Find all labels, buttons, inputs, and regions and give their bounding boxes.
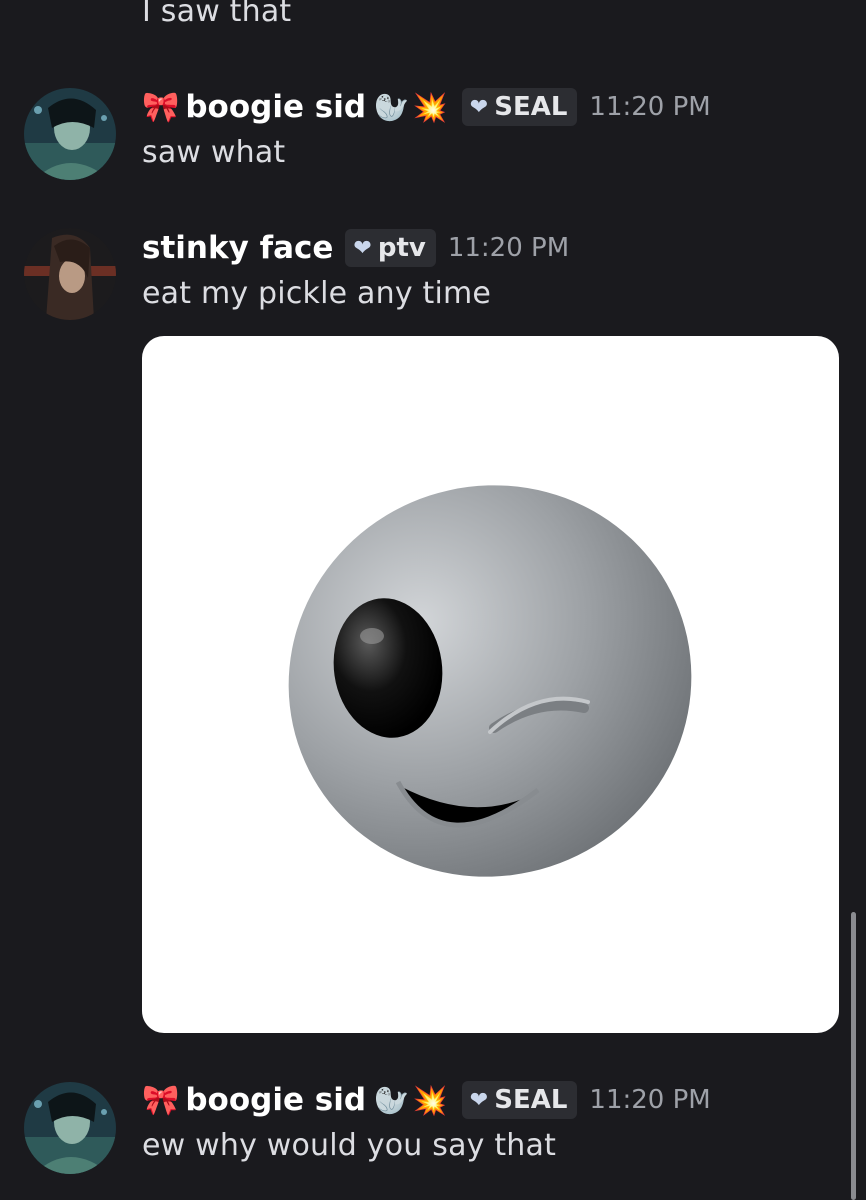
ribbon-icon: 🎀 (142, 89, 180, 125)
server-tag-label: ptv (377, 233, 426, 263)
avatar-boogie-sid[interactable] (24, 88, 116, 180)
ribbon-icon: 🎀 (142, 1082, 180, 1118)
username[interactable]: boogie sid (185, 1082, 366, 1118)
seal-emoji-icon: 🦭 (374, 1083, 409, 1117)
timestamp: 11:20 PM (589, 92, 711, 122)
avatar-image (24, 1082, 116, 1174)
server-tag-label: SEAL (494, 92, 568, 122)
explosion-emoji-icon: 💥 (412, 1083, 448, 1117)
timestamp: 11:20 PM (589, 1085, 711, 1115)
message-text: eat my pickle any time (142, 276, 492, 311)
explosion-emoji-icon: 💥 (412, 90, 448, 124)
message-text: ew why would you say that (142, 1128, 557, 1163)
server-tag-label: SEAL (494, 1085, 568, 1115)
avatar-stinky-face[interactable] (24, 228, 116, 320)
avatar-image (24, 88, 116, 180)
heart-icon: ❤ (353, 235, 372, 261)
server-tag[interactable]: ❤ ptv (345, 229, 436, 267)
heart-icon: ❤ (469, 1087, 489, 1113)
username[interactable]: stinky face (142, 230, 333, 266)
server-tag[interactable]: ❤ SEAL (461, 1081, 578, 1119)
server-tag[interactable]: ❤ SEAL (461, 88, 578, 126)
message-header: 🎀 boogie sid 🦭 💥 ❤ SEAL 11:20 PM (142, 85, 711, 129)
username[interactable]: boogie sid (185, 89, 366, 125)
message-text: saw what (142, 135, 286, 170)
message-header: stinky face ❤ ptv 11:20 PM (142, 226, 569, 270)
heart-icon: ❤ (469, 94, 489, 120)
scrollbar[interactable] (851, 912, 856, 1200)
message-text: I saw that (142, 0, 292, 29)
seal-emoji-icon: 🦭 (374, 90, 409, 124)
message-header: 🎀 boogie sid 🦭 💥 ❤ SEAL 11:20 PM (142, 1078, 711, 1122)
winking-alien-icon (288, 485, 692, 877)
timestamp: 11:20 PM (447, 233, 570, 263)
image-attachment[interactable] (142, 336, 839, 1033)
avatar-boogie-sid[interactable] (24, 1082, 116, 1174)
avatar-image (24, 228, 116, 320)
